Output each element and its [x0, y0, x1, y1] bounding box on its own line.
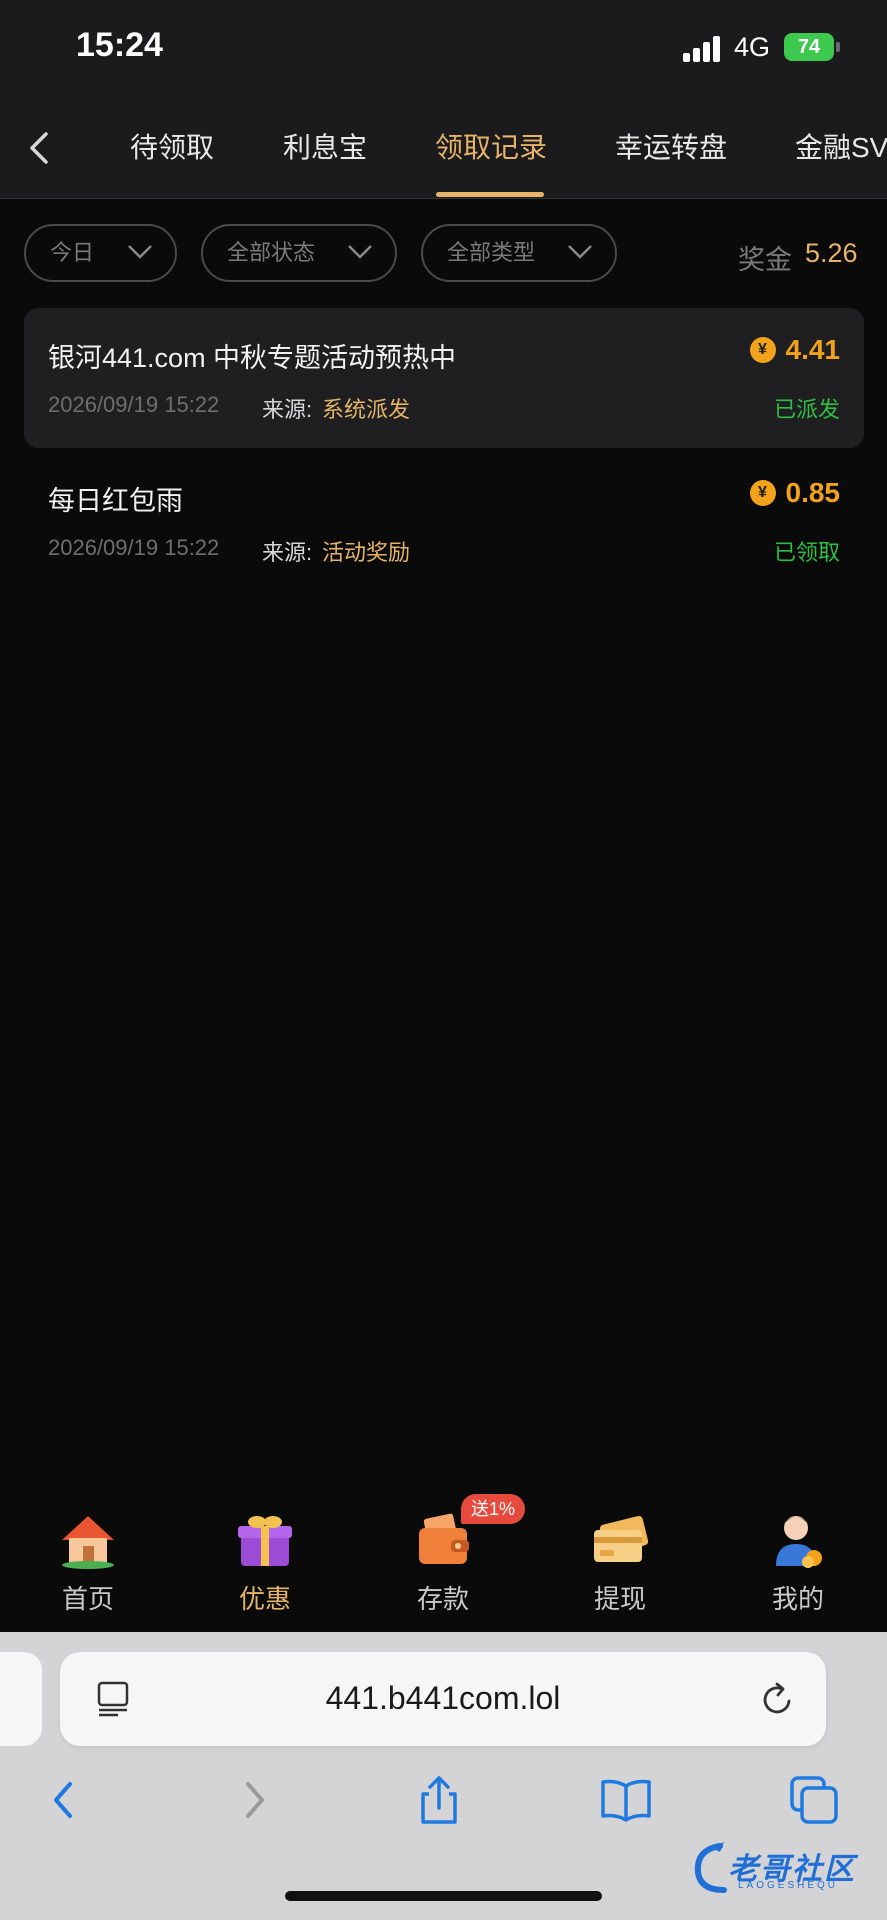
battery-level: 74 — [797, 36, 821, 58]
date-filter-label: 今日 — [50, 240, 95, 265]
nav-label: 提现 — [593, 1584, 646, 1614]
status-filter-label: 全部状态 — [227, 240, 316, 265]
record-title: 每日红包雨 — [48, 486, 183, 516]
url-text[interactable]: 441.b441com.lol — [60, 1680, 826, 1717]
type-filter[interactable]: 全部类型 — [421, 224, 617, 282]
house-icon — [62, 1516, 114, 1569]
tab-interest[interactable]: 利息宝 — [283, 126, 367, 166]
record-date: 2026/09/19 15:22 — [48, 392, 220, 417]
address-bar[interactable]: 441.b441com.lol — [60, 1652, 826, 1746]
nav-label: 首页 — [61, 1584, 114, 1614]
nav-home[interactable]: 首页 — [28, 1490, 148, 1616]
bookmarks-icon[interactable] — [598, 1772, 654, 1828]
nav-label: 我的 — [771, 1584, 824, 1614]
watermark-subtext: LAOGESHEQU — [738, 1880, 839, 1891]
watermark-logo: 老哥社区 LAOGESHEQU — [690, 1838, 880, 1898]
gift-icon — [238, 1516, 292, 1566]
type-filter-label: 全部类型 — [447, 240, 536, 265]
record-source-label: 来源: — [262, 540, 313, 565]
tab-claim-records[interactable]: 领取记录 — [435, 126, 547, 166]
forward-icon[interactable] — [226, 1772, 282, 1828]
status-bar: 15:24 4G 74 — [0, 0, 887, 100]
chevron-down-icon — [348, 245, 372, 259]
back-arrow-icon[interactable] — [24, 128, 54, 168]
battery-icon: 74 — [784, 33, 834, 61]
list-item[interactable]: 每日红包雨 ¥ 0.85 2026/09/19 15:22 来源: 活动奖励 已… — [24, 451, 864, 591]
tabs-icon[interactable] — [786, 1772, 842, 1828]
reload-icon[interactable] — [760, 1680, 796, 1718]
tab-bar: 待领取 利息宝 领取记录 幸运转盘 金融SV — [0, 100, 887, 199]
nav-withdraw[interactable]: 提现 — [560, 1490, 680, 1616]
chevron-down-icon — [128, 245, 152, 259]
bottom-nav: 首页 优惠 存款 提现 我的 — [0, 1490, 887, 1632]
bonus-total-value: 5.26 — [805, 238, 858, 268]
status-filter[interactable]: 全部状态 — [201, 224, 397, 282]
deposit-bonus-badge: 送1% — [461, 1494, 526, 1524]
previous-tab-peek[interactable] — [0, 1652, 42, 1746]
home-indicator — [285, 1891, 602, 1901]
battery-cap — [836, 42, 840, 52]
nav-promotions[interactable]: 优惠 — [205, 1490, 325, 1616]
back-icon[interactable] — [36, 1772, 92, 1828]
record-title: 银河441.com 中秋专题活动预热中 — [48, 343, 457, 373]
tab-pending[interactable]: 待领取 — [130, 126, 214, 166]
record-status: 已派发 — [773, 397, 840, 422]
list-item[interactable]: 银河441.com 中秋专题活动预热中 ¥ 4.41 2026/09/19 15… — [24, 308, 864, 448]
network-type: 4G — [734, 32, 771, 62]
nav-label: 存款 — [416, 1584, 469, 1614]
tab-finance[interactable]: 金融SV — [795, 126, 887, 166]
record-amount: ¥ 4.41 — [749, 334, 841, 366]
chevron-down-icon — [568, 245, 592, 259]
share-icon[interactable] — [411, 1772, 467, 1828]
card-icon — [594, 1515, 649, 1562]
coin-icon: ¥ — [749, 337, 776, 363]
coin-icon: ¥ — [749, 480, 776, 506]
status-time: 15:24 — [76, 26, 163, 64]
record-amount-value: 4.41 — [785, 334, 841, 365]
record-amount: ¥ 0.85 — [749, 477, 841, 509]
user-icon — [776, 1516, 822, 1568]
date-filter[interactable]: 今日 — [24, 224, 177, 282]
nav-profile[interactable]: 我的 — [738, 1490, 858, 1616]
nav-label: 优惠 — [238, 1584, 291, 1614]
record-source-label: 来源: — [262, 397, 313, 422]
record-source: 系统派发 — [322, 397, 411, 422]
bonus-total-label: 奖金 — [738, 245, 792, 275]
record-source: 活动奖励 — [322, 540, 411, 565]
record-date: 2026/09/19 15:22 — [48, 535, 220, 560]
tab-lucky-wheel[interactable]: 幸运转盘 — [615, 126, 727, 166]
record-amount-value: 0.85 — [785, 477, 841, 508]
record-status: 已领取 — [773, 540, 840, 565]
cellular-signal-icon — [683, 34, 723, 62]
active-tab-indicator — [436, 192, 544, 197]
